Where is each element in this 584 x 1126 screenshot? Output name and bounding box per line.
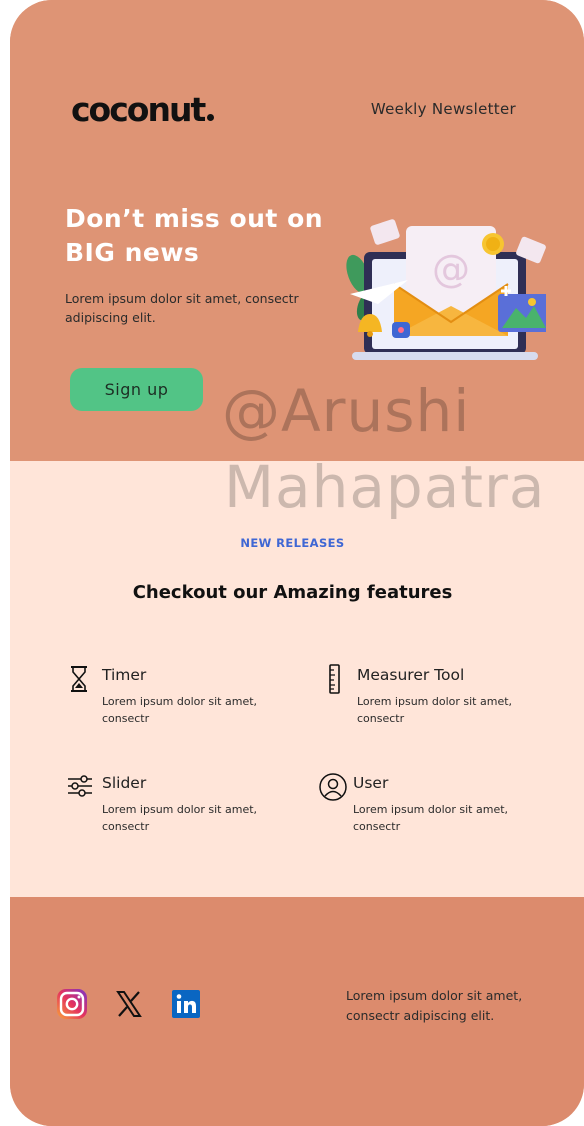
section-title: Checkout our Amazing features [132,582,453,603]
feature-title: Timer [102,666,147,684]
feature-description: Lorem ipsum dolor sit amet, consectr [357,695,513,725]
svg-text:@: @ [432,247,470,291]
hourglass-icon [71,666,87,692]
email-envelope-illustration: @ [346,219,546,360]
signup-button[interactable]: Sign up [70,368,203,411]
feature-title: User [353,774,389,792]
newsletter-label: Weekly Newsletter [370,100,516,118]
hero-description: Lorem ipsum dolor sit amet, consectr adi… [65,291,299,325]
section-label: NEW RELEASES [240,536,345,550]
user-icon [319,773,347,801]
footer-text: Lorem ipsum dolor sit amet, consectr adi… [346,988,523,1023]
feature-title: Measurer Tool [357,666,465,684]
hero-headline: Don’t miss out on BIG news [65,204,324,267]
feature-description: Lorem ipsum dolor sit amet, consectr [102,803,258,833]
feature-description: Lorem ipsum dolor sit amet, consectr [353,803,509,833]
feature-description: Lorem ipsum dolor sit amet, consectr [102,695,258,725]
linkedin-icon[interactable] [169,987,203,1021]
logo-text: coconut [71,90,206,129]
newsletter-card: coconut Weekly Newsletter Don’t miss out… [10,0,584,1126]
sliders-icon [68,775,92,797]
logo-dot [207,114,215,121]
logo[interactable]: coconut [71,90,215,129]
hero-section: coconut Weekly Newsletter Don’t miss out… [10,0,584,461]
ruler-icon [329,664,340,694]
x-icon[interactable] [112,987,146,1021]
feature-title: Slider [102,774,147,792]
footer: Lorem ipsum dolor sit amet, consectr adi… [10,897,584,1126]
features-section: NEW RELEASES Checkout our Amazing featur… [10,461,584,897]
instagram-icon[interactable] [55,987,89,1021]
